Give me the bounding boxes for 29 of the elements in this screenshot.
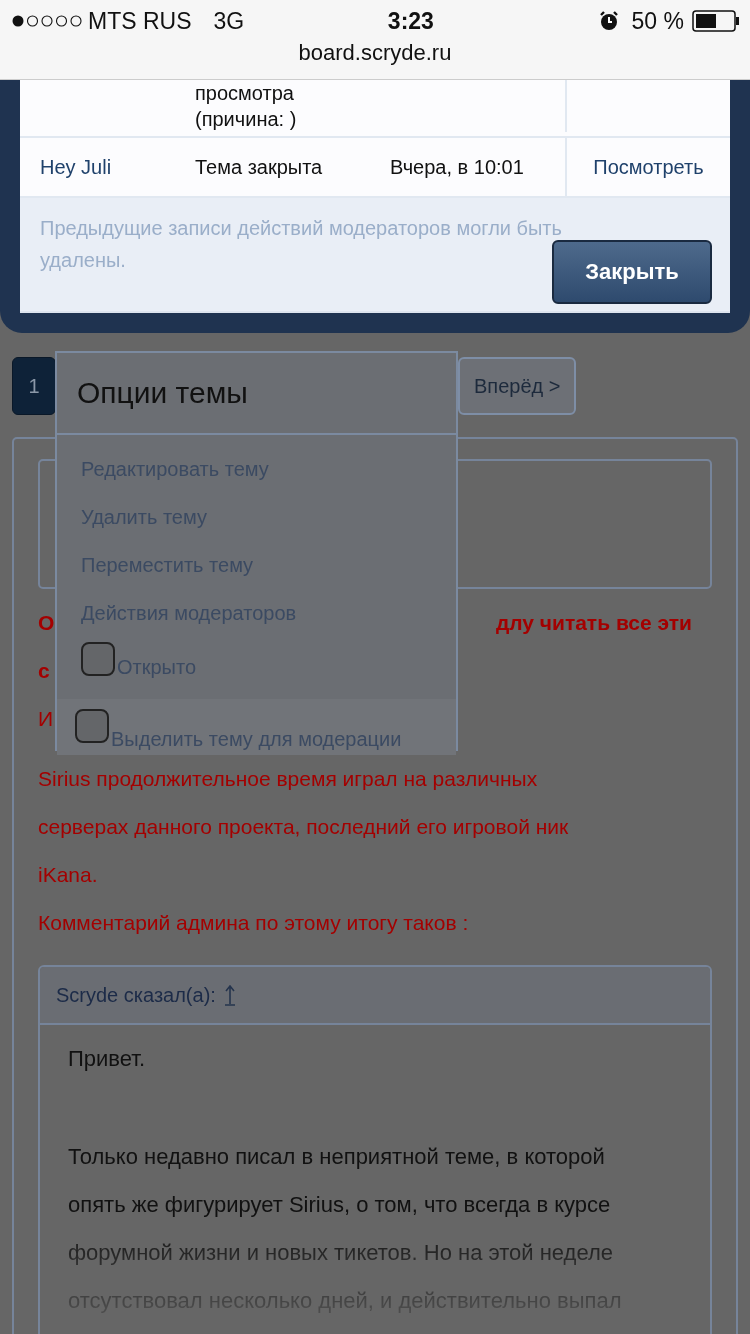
post-paragraph: Sirius продолжительное время играл на различных серверах данного проекта, последний его игровой ник iKana. [38,766,570,888]
log-action: просмотра (причина: ) [195,81,298,132]
checkbox[interactable] [75,709,109,743]
network-type: 3G [213,7,245,35]
log-note: Предыдущие записи действий модераторов могли быть [40,217,562,239]
post-text: О [38,611,55,635]
clock: 3:23 [387,7,434,35]
up-arrow-icon[interactable] [223,984,236,1006]
quote-author: Scryde сказал(а): [56,983,216,1007]
post-text: с [38,659,50,683]
log-action: Тема закрыта [195,155,324,180]
log-note: удалены. [40,249,126,271]
quote-paragraph: Привет. [68,1045,147,1073]
menu-title: Опции темы [57,353,456,435]
battery-icon [692,10,740,32]
carrier-name: MTS RUS [88,7,192,35]
post-text: длу читать все эти [495,611,692,635]
log-date: Вчера, в 10:01 [390,155,524,178]
user-link[interactable]: Hey Juli [40,155,112,178]
battery-percent: 50 % [631,7,684,35]
page-address[interactable]: board.scryde.ru [0,42,750,64]
post-text: И [38,707,54,731]
post-paragraph: Комментарий админа по этому итогу таков : [38,910,470,936]
view-link[interactable]: Посмотреть [593,155,704,179]
page-button[interactable]: Вперёд > [458,357,577,415]
close-button[interactable]: Закрыть [552,240,712,304]
checkbox[interactable] [81,642,115,676]
signal-icon [12,13,82,29]
page-button[interactable]: 1 [12,357,56,415]
